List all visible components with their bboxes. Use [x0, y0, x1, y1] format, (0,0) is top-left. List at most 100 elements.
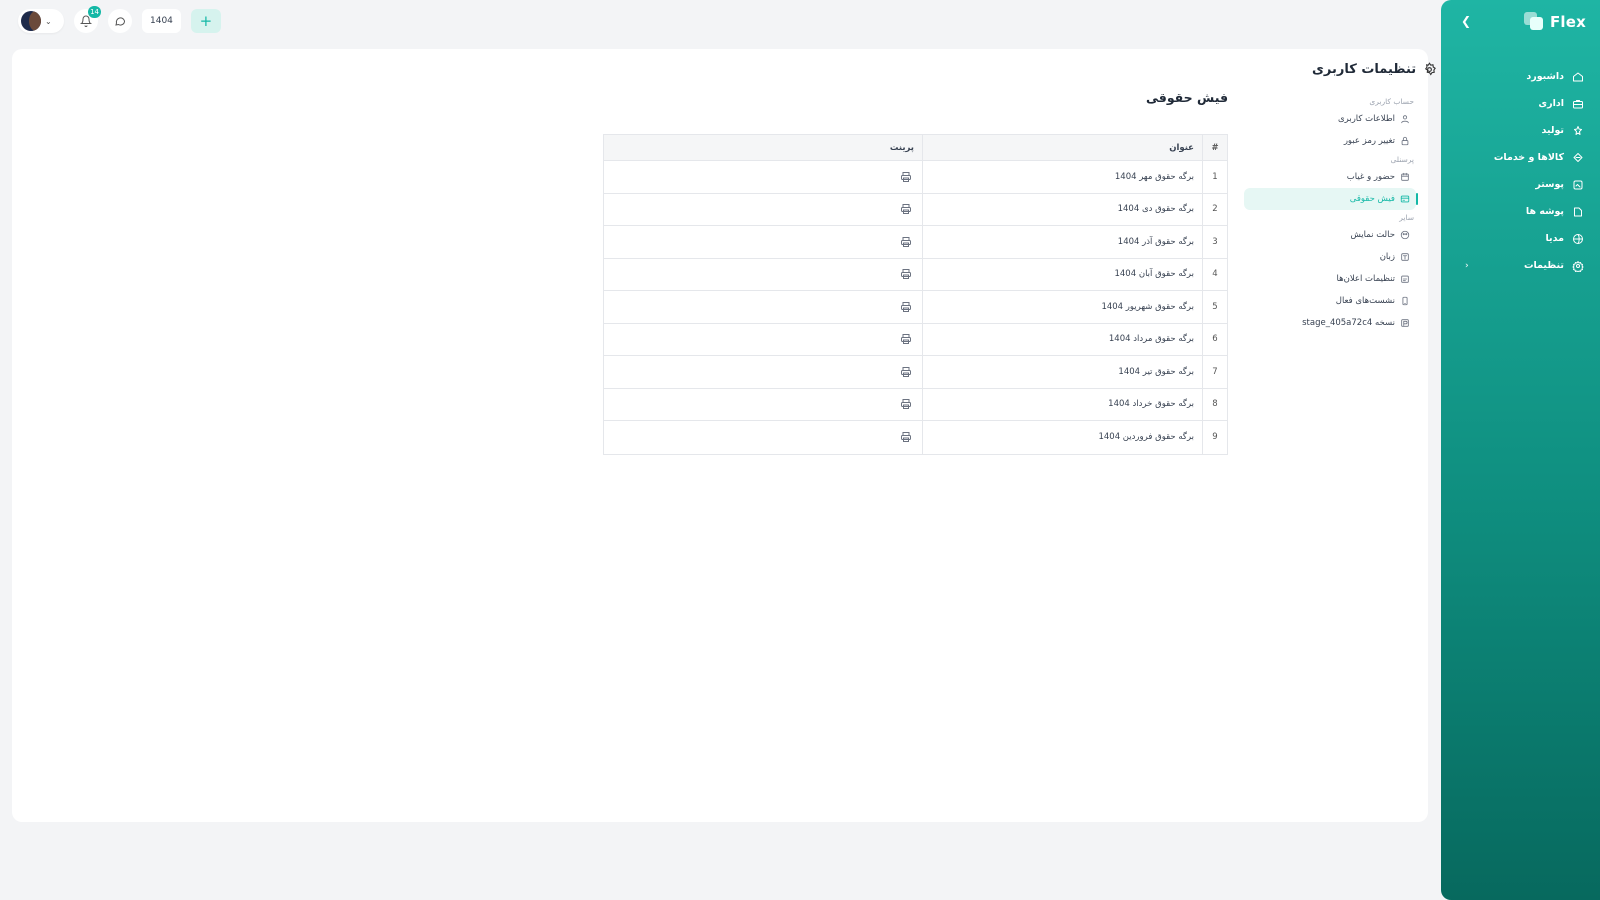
fiscal-year-selector[interactable]: 1404 — [142, 9, 181, 33]
settings-menu-item[interactable]: فیش حقوقی — [1244, 188, 1418, 210]
lock-icon — [1401, 136, 1409, 146]
boxes-icon — [1572, 152, 1584, 164]
top-bar: ⌄ 14 1404 + — [18, 6, 221, 33]
device-icon — [1402, 296, 1408, 306]
row-title: برگه حقوق تیر 1404 — [922, 356, 1202, 388]
gear-icon — [1572, 260, 1584, 272]
nav-item[interactable]: پوشه ها — [1441, 198, 1600, 225]
poster-icon — [1573, 180, 1583, 189]
version-icon — [1401, 319, 1409, 327]
chevron-down-icon: ⌄ — [45, 16, 52, 26]
table-body: 1 برگه حقوق مهر 1404 2 برگه حقوق دی 1404 3 بر… — [604, 161, 1227, 454]
row-title: برگه حقوق دی 1404 — [922, 193, 1202, 225]
row-number: 6 — [1202, 323, 1227, 355]
nav-item[interactable]: کالاها و خدمات — [1441, 144, 1600, 171]
brand-logo-icon — [1523, 12, 1544, 32]
user-menu-button[interactable]: ⌄ — [18, 9, 64, 33]
settings-menu-item-label: فیش حقوقی — [1349, 194, 1395, 204]
notifications-button[interactable]: 14 — [74, 6, 101, 33]
nav-item[interactable]: مدیا — [1441, 225, 1600, 252]
print-cell — [604, 291, 922, 323]
print-button[interactable] — [900, 236, 912, 248]
device-icon — [1400, 296, 1410, 306]
settings-menu-item[interactable]: نسخه stage_405a72c4 — [1244, 312, 1416, 334]
table-row: 4 برگه حقوق آبان 1404 — [604, 258, 1227, 291]
row-number: 8 — [1202, 388, 1227, 420]
palette-icon — [1400, 230, 1410, 240]
nav-item-label: اداری — [1538, 98, 1564, 109]
briefcase-icon — [1573, 99, 1583, 108]
row-title: برگه حقوق آبان 1404 — [922, 258, 1202, 290]
column-header-number: # — [1202, 135, 1227, 160]
settings-menu-item[interactable]: زبان — [1244, 246, 1416, 268]
factory-icon — [1572, 125, 1584, 137]
nav-item[interactable]: تولید — [1441, 117, 1600, 144]
user-icon — [1401, 115, 1409, 124]
add-button[interactable]: + — [190, 9, 221, 33]
folder-icon — [1572, 206, 1584, 218]
table-row: 8 برگه حقوق خرداد 1404 — [604, 388, 1227, 421]
print-button[interactable] — [900, 203, 912, 215]
nav-item-label: پوستر — [1535, 179, 1564, 190]
settings-menu-item-label: نسخه stage_405a72c4 — [1302, 318, 1395, 328]
factory-icon — [1574, 125, 1582, 135]
row-title: برگه حقوق مهر 1404 — [922, 161, 1202, 193]
print-cell — [604, 389, 922, 421]
calendar-icon — [1400, 172, 1410, 182]
settings-menu-item-label: زبان — [1379, 252, 1395, 262]
row-number: 3 — [1202, 226, 1227, 258]
nav-item[interactable]: پوستر — [1441, 171, 1600, 198]
gear-icon — [1425, 62, 1437, 76]
print-button[interactable] — [900, 268, 912, 280]
printer-icon — [901, 204, 911, 215]
nav-item[interactable]: داشبورد — [1441, 63, 1600, 90]
section-title: فیش حقوقی — [1146, 90, 1228, 105]
row-title: برگه حقوق خرداد 1404 — [922, 388, 1202, 420]
nav-item[interactable]: اداری — [1441, 90, 1600, 117]
lock-icon — [1400, 136, 1410, 146]
settings-menu-item-label: نشست‌های فعال — [1335, 296, 1395, 306]
row-number: 2 — [1202, 193, 1227, 225]
column-header-title: عنوان — [922, 135, 1202, 160]
language-icon — [1400, 252, 1410, 262]
print-button[interactable] — [900, 301, 912, 313]
printer-icon — [901, 171, 911, 182]
column-header-print: پرینت — [889, 142, 914, 153]
settings-menu-item[interactable]: اطلاعات کاربری — [1244, 108, 1416, 130]
print-button[interactable] — [900, 366, 912, 378]
table-row: 7 برگه حقوق تیر 1404 — [604, 356, 1227, 389]
table-row: 2 برگه حقوق دی 1404 — [604, 193, 1227, 226]
print-button[interactable] — [900, 398, 912, 410]
printer-icon — [901, 432, 911, 443]
print-button[interactable] — [900, 431, 912, 443]
sidebar-collapse-chevron-icon[interactable]: ❯ — [1461, 14, 1471, 28]
chevron-left-icon: ‹ — [1465, 260, 1469, 271]
settings-menu-item[interactable]: نشست‌های فعال — [1244, 290, 1416, 312]
settings-menu-item[interactable]: حضور و غیاب — [1244, 166, 1416, 188]
settings-menu-item[interactable]: تنظیمات اعلان‌ها — [1244, 268, 1416, 290]
printer-icon — [901, 334, 911, 345]
bell-settings-icon — [1400, 274, 1410, 284]
folder-icon — [1574, 207, 1582, 216]
settings-group-label: حساب کاربری — [1369, 96, 1414, 106]
table-row: 5 برگه حقوق شهریور 1404 — [604, 291, 1227, 324]
print-cell — [604, 226, 922, 258]
plus-icon: + — [199, 12, 213, 30]
calendar-icon — [1401, 172, 1409, 181]
row-number: 7 — [1202, 356, 1227, 388]
settings-menu-item[interactable]: تغییر رمز عبور — [1244, 130, 1416, 152]
row-number: 1 — [1202, 161, 1227, 193]
settings-menu-item-label: اطلاعات کاربری — [1337, 114, 1395, 124]
settings-menu-item-label: تغییر رمز عبور — [1343, 136, 1395, 146]
home-icon — [1573, 72, 1583, 81]
print-cell — [604, 194, 922, 226]
table-row: 6 برگه حقوق مرداد 1404 — [604, 323, 1227, 356]
print-cell — [604, 356, 922, 388]
poster-icon — [1572, 179, 1584, 191]
brand[interactable]: Flex — [1523, 12, 1586, 32]
print-button[interactable] — [900, 171, 912, 183]
chat-button[interactable] — [108, 9, 132, 33]
settings-menu-item[interactable]: حالت نمایش — [1244, 224, 1416, 246]
nav-item[interactable]: تنظیمات ‹ — [1441, 252, 1600, 279]
print-button[interactable] — [900, 333, 912, 345]
